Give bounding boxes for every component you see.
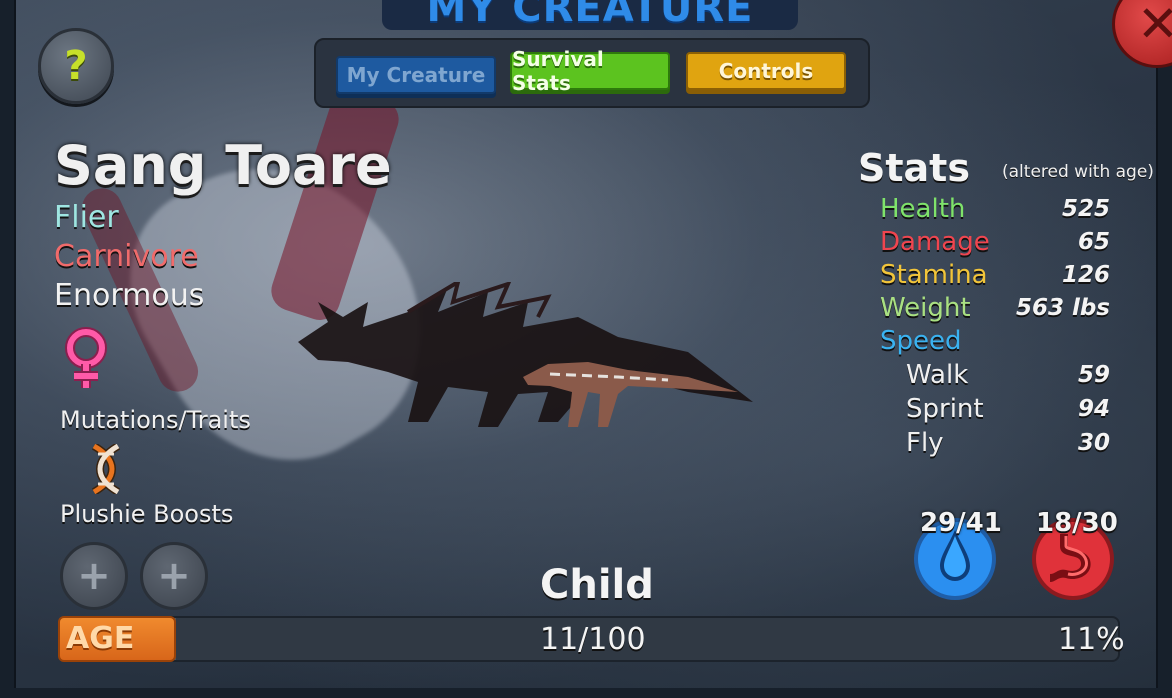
plus-icon: + xyxy=(157,553,191,599)
creature-model xyxy=(298,282,753,427)
frame-border-left xyxy=(0,0,16,698)
stat-label: Weight xyxy=(880,293,971,323)
frame-border-bottom xyxy=(0,688,1172,698)
stat-value: 126 xyxy=(1061,262,1110,288)
frame-border-right xyxy=(1156,0,1172,698)
plus-icon: + xyxy=(77,553,111,599)
mutations-label: Mutations/Traits xyxy=(60,406,251,434)
stat-health: Health 525 xyxy=(880,194,1110,226)
plushie-boosts-label: Plushie Boosts xyxy=(60,500,234,528)
age-tag: AGE xyxy=(58,616,176,662)
dna-icon[interactable] xyxy=(86,444,126,494)
stat-stamina: Stamina 126 xyxy=(880,260,1110,292)
food-meter-label: 18/30 xyxy=(1036,508,1118,538)
stat-walk: Walk 59 xyxy=(880,360,1110,392)
female-icon xyxy=(65,327,107,388)
stat-value: 563 lbs xyxy=(1015,295,1110,321)
growth-stage: Child xyxy=(540,562,654,608)
stat-label: Sprint xyxy=(906,394,984,424)
tab-controls[interactable]: Controls xyxy=(686,52,846,90)
stat-label: Walk xyxy=(906,360,969,390)
creature-name: Sang Toare xyxy=(54,134,392,197)
stat-value: 65 xyxy=(1077,229,1110,255)
stat-value: 30 xyxy=(1077,430,1110,456)
age-value: 11/100 xyxy=(540,622,646,657)
age-percent: 11% xyxy=(1058,622,1125,657)
stat-label: Speed xyxy=(880,326,962,356)
tab-my-creature[interactable]: My Creature xyxy=(336,56,496,94)
stats-title: Stats xyxy=(858,146,970,190)
tab-bar: My Creature Survival Stats Controls xyxy=(314,38,870,108)
stat-value: 525 xyxy=(1061,196,1110,222)
help-button[interactable]: ? xyxy=(38,28,114,104)
stat-label: Damage xyxy=(880,227,990,257)
stats-note: (altered with age) xyxy=(1002,162,1154,182)
close-icon: ✕ xyxy=(1137,0,1172,53)
stat-weight: Weight 563 lbs xyxy=(880,293,1110,325)
stat-speed: Speed xyxy=(880,326,1110,358)
trait-diet: Carnivore xyxy=(54,239,199,274)
stat-fly: Fly 30 xyxy=(880,428,1110,460)
stat-label: Fly xyxy=(906,428,944,458)
add-plushie-button[interactable]: + xyxy=(60,542,128,610)
stat-damage: Damage 65 xyxy=(880,227,1110,259)
water-meter-label: 29/41 xyxy=(920,508,1002,538)
tab-survival-stats[interactable]: Survival Stats xyxy=(510,47,670,95)
trait-type: Flier xyxy=(54,200,119,235)
stat-sprint: Sprint 94 xyxy=(880,394,1110,426)
stat-value: 59 xyxy=(1077,362,1110,388)
stat-value: 94 xyxy=(1077,396,1110,422)
stat-label: Health xyxy=(880,194,966,224)
question-mark-icon: ? xyxy=(64,43,88,89)
add-plushie-button[interactable]: + xyxy=(140,542,208,610)
window-title: MY CREATURE xyxy=(382,0,798,30)
stat-label: Stamina xyxy=(880,260,988,290)
trait-size: Enormous xyxy=(54,278,205,313)
